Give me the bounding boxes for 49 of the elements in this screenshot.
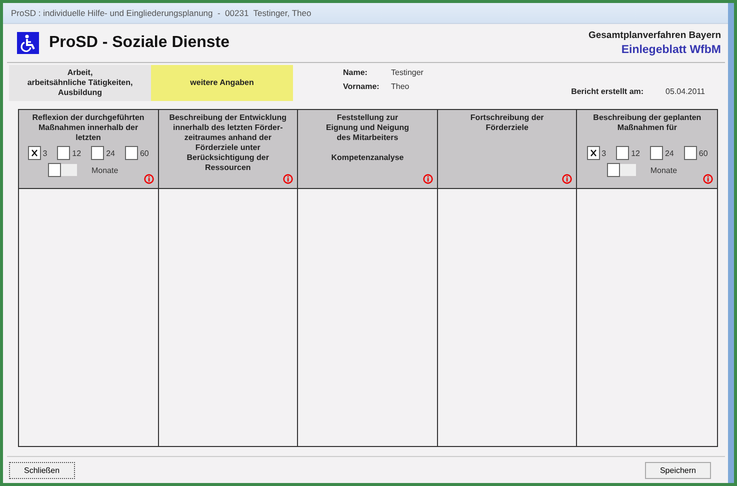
column-heading: Beschreibung der Entwicklung innerhalb des letzten Förder- zeitraumes anhand der Förderziele unter Berücksichtigung der Ressourcen [169, 113, 287, 173]
input-field[interactable] [620, 164, 636, 176]
column-heading: Feststellung zur Eignung und Neigung des Mitarbeiters Kompetenzanalyse [326, 113, 410, 163]
field-label: Vorname: [343, 82, 380, 90]
checkbox[interactable] [607, 163, 620, 177]
info-icon[interactable] [703, 174, 713, 184]
checkbox[interactable] [684, 146, 697, 160]
column-heading: Reflexion der durchgeführten Maßnahmen innerhalb der letzten [32, 113, 144, 143]
unit-label: Monate [650, 166, 678, 174]
checkbox[interactable] [91, 146, 104, 160]
option-label: 24 [106, 148, 115, 158]
tab[interactable]: Arbeit, arbeitsähnliche Tätigkeiten, Ausbildung [9, 65, 151, 101]
option-label: 24 [664, 148, 674, 158]
unit-label: Monate [91, 166, 118, 174]
checkbox[interactable] [57, 146, 70, 160]
option-label: 12 [631, 148, 640, 158]
field-label: Bericht erstellt am: [571, 86, 644, 96]
checkbox[interactable] [586, 146, 600, 160]
cross-mark-icon [588, 147, 599, 159]
option-label: 12 [72, 148, 82, 158]
window-title: ProSD : individuelle Hilfe- und Eingliederungsplanung - 00231 Testinger, Theo [11, 8, 312, 18]
info-icon[interactable] [144, 174, 154, 184]
checkbox[interactable] [650, 146, 663, 160]
option-label: 60 [140, 148, 149, 158]
checkbox[interactable] [616, 146, 630, 160]
option-label: 60 [698, 148, 708, 158]
cross-mark-icon [28, 147, 40, 159]
tab[interactable]: weitere Angaben [151, 65, 293, 101]
checkbox[interactable] [28, 146, 41, 160]
column-heading: Fortschreibung der Förderziele [470, 113, 544, 134]
checkbox[interactable] [124, 146, 138, 160]
form-title: Einlegeblatt WfbM [621, 44, 721, 56]
field-value: 05.04.2011 [666, 86, 705, 96]
info-icon[interactable] [422, 174, 433, 184]
option-label: 3 [602, 148, 606, 158]
organization-label: Gesamtplanverfahren Bayern [588, 30, 721, 41]
wheelchair-icon [17, 32, 39, 54]
save-button[interactable]: Speichern [644, 462, 711, 478]
field-value: Theo [391, 82, 410, 90]
info-icon[interactable] [283, 174, 294, 184]
close-button[interactable]: Schließen [9, 462, 75, 478]
input-field[interactable] [61, 164, 78, 176]
option-label: 3 [42, 148, 48, 158]
field-label: Name: [343, 68, 368, 76]
field-value: Testinger [391, 68, 424, 76]
app-title: ProSD - Soziale Dienste [49, 34, 230, 52]
column-heading: Beschreibung der geplanten Maßnahmen für [593, 113, 702, 134]
checkbox[interactable] [48, 163, 62, 177]
info-icon[interactable] [562, 174, 572, 184]
